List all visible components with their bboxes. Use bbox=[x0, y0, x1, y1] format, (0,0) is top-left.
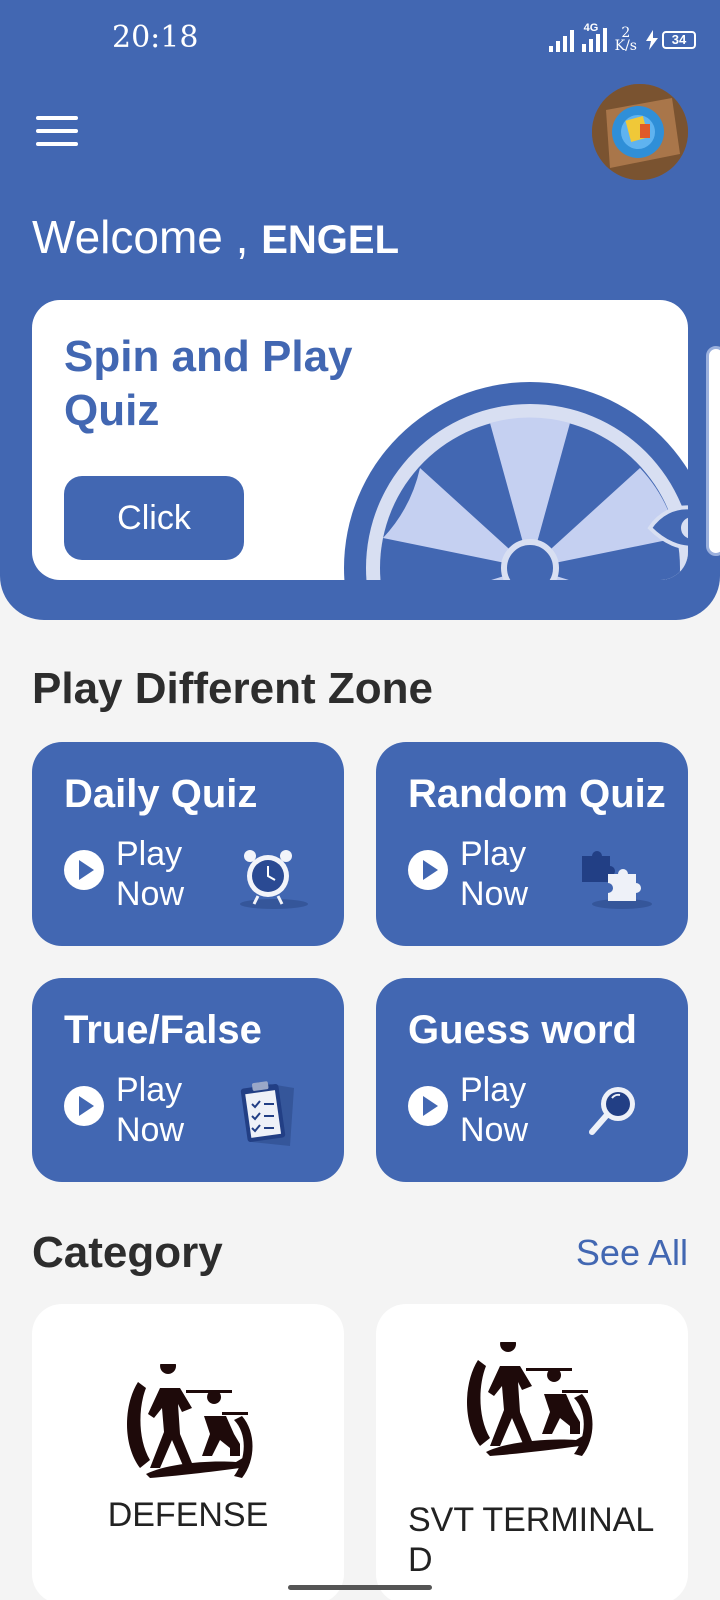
menu-button[interactable] bbox=[36, 116, 78, 146]
status-icons: 4G 2 K/s 34 bbox=[548, 22, 696, 58]
spin-wheel-icon bbox=[344, 382, 688, 580]
home-indicator[interactable] bbox=[288, 1585, 432, 1590]
puzzle-icon bbox=[582, 851, 652, 909]
zone-card-guess-word[interactable]: Guess word Play Now bbox=[376, 978, 688, 1182]
zone-card-daily-quiz[interactable]: Daily Quiz Play Now bbox=[32, 742, 344, 946]
zone-card-true-false[interactable]: True/False Play Now bbox=[32, 978, 344, 1182]
signal-icon bbox=[548, 28, 574, 52]
magnifier-icon bbox=[589, 1087, 635, 1135]
soldiers-icon bbox=[467, 1342, 593, 1456]
user-name: ENGEL bbox=[261, 218, 400, 262]
zone-name: Random Quiz bbox=[408, 772, 666, 816]
welcome-text: Welcome , ENGEL bbox=[32, 210, 399, 264]
charging-bolt-icon bbox=[646, 30, 658, 50]
next-card-peek[interactable] bbox=[706, 346, 720, 556]
category-label: SVT TERMINAL D bbox=[408, 1501, 653, 1579]
network-type: 4G bbox=[583, 22, 599, 34]
spin-card[interactable]: Spin and Play Quiz Click bbox=[32, 300, 688, 580]
net-speed: 2 K/s bbox=[614, 26, 637, 54]
avatar-image bbox=[592, 84, 688, 180]
play-icon bbox=[64, 850, 104, 890]
zone-name: True/False bbox=[64, 1008, 262, 1052]
see-all-link[interactable]: See All bbox=[576, 1232, 688, 1274]
zone-section-title: Play Different Zone bbox=[32, 664, 433, 713]
play-icon bbox=[408, 1086, 448, 1126]
home-screen: 20:18 4G 2 K/s 34 Welcome , ENGEL Spin a… bbox=[0, 0, 720, 1600]
clipboard-icon bbox=[240, 1081, 294, 1146]
battery-icon: 34 bbox=[645, 30, 696, 50]
play-now-label: Play Now bbox=[460, 1071, 529, 1149]
soldiers-icon bbox=[127, 1364, 253, 1478]
zone-name: Guess word bbox=[408, 1008, 637, 1052]
spin-click-button[interactable]: Click bbox=[64, 476, 244, 560]
play-now-label: Play Now bbox=[116, 835, 185, 913]
play-icon bbox=[64, 1086, 104, 1126]
category-card-defense[interactable]: DEFENSE bbox=[32, 1304, 344, 1600]
category-card-svt-terminal[interactable]: SVT TERMINAL D bbox=[376, 1304, 688, 1600]
hamburger-icon bbox=[36, 116, 78, 120]
play-now-label: Play Now bbox=[460, 835, 529, 913]
greeting: Welcome , bbox=[32, 211, 249, 263]
category-label: DEFENSE bbox=[107, 1496, 269, 1534]
status-time: 20:18 bbox=[112, 20, 199, 55]
zone-name: Daily Quiz bbox=[64, 772, 258, 816]
alarm-clock-icon bbox=[240, 850, 308, 909]
play-icon bbox=[408, 850, 448, 890]
avatar[interactable] bbox=[592, 84, 688, 180]
play-now-label: Play Now bbox=[116, 1071, 185, 1149]
status-bar: 20:18 4G 2 K/s 34 bbox=[0, 0, 720, 80]
battery-level: 34 bbox=[662, 31, 696, 49]
net-speed-unit: K/s bbox=[614, 38, 637, 54]
zone-card-random-quiz[interactable]: Random Quiz Play Now bbox=[376, 742, 688, 946]
signal-4g-icon: 4G bbox=[581, 22, 607, 52]
category-section-title: Category bbox=[32, 1228, 223, 1277]
